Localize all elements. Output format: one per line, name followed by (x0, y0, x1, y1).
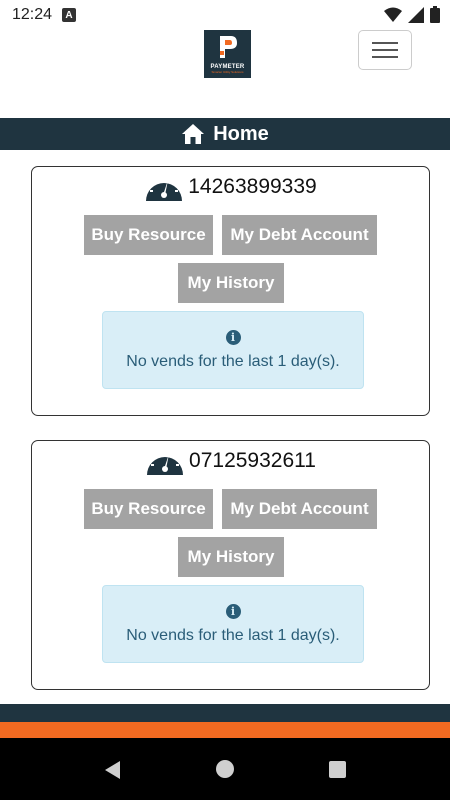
battery-icon (430, 6, 440, 23)
meter-number: 14263899339 (188, 175, 317, 198)
hamburger-icon-line (372, 49, 398, 51)
page-title: Home (213, 122, 269, 145)
alert-text: No vends for the last 1 day(s). (126, 352, 340, 370)
debt-account-button[interactable]: My Debt Account (222, 215, 377, 255)
debt-account-button[interactable]: My Debt Account (222, 489, 377, 529)
history-button[interactable]: My History (178, 263, 284, 303)
status-icons (384, 6, 440, 23)
info-alert: i No vends for the last 1 day(s). (102, 585, 364, 663)
hamburger-icon (372, 42, 398, 44)
home-icon (182, 124, 205, 144)
paymeter-logo[interactable]: PAYMETER Smarter Utility Solutions (204, 30, 251, 78)
status-bar: 12:24 A (0, 0, 450, 30)
meter-card: 07125932611 Buy Resource My Debt Account… (31, 440, 430, 690)
alert-text: No vends for the last 1 day(s). (126, 626, 340, 644)
footer-bar (0, 704, 450, 722)
hamburger-icon-line (372, 56, 398, 58)
logo-mark-icon (220, 36, 237, 58)
meter-header: 14263899339 (32, 171, 429, 203)
info-icon: i (225, 329, 241, 345)
history-button[interactable]: My History (178, 537, 284, 577)
nav-bar: Home (0, 118, 450, 150)
menu-toggle-button[interactable] (358, 30, 412, 70)
logo-subtext: Smarter Utility Solutions (211, 70, 244, 74)
wifi-icon (384, 7, 402, 22)
back-icon[interactable] (104, 760, 122, 780)
notification-badge-icon: A (62, 8, 77, 22)
buy-resource-button[interactable]: Buy Resource (84, 215, 213, 255)
meter-header: 07125932611 (32, 445, 429, 477)
signal-icon (408, 6, 424, 23)
speedometer-icon (146, 176, 183, 201)
home-nav-icon[interactable] (216, 760, 234, 778)
buy-resource-button[interactable]: Buy Resource (84, 489, 213, 529)
footer-accent-bar (0, 722, 450, 738)
meter-number: 07125932611 (189, 449, 316, 472)
speedometer-icon (147, 450, 184, 475)
meter-card: 14263899339 Buy Resource My Debt Account… (31, 166, 430, 416)
system-navigation-bar (0, 738, 450, 800)
status-time: 12:24 (12, 6, 53, 23)
info-alert: i No vends for the last 1 day(s). (102, 311, 364, 389)
app-header: PAYMETER Smarter Utility Solutions (0, 30, 450, 118)
recents-icon[interactable] (329, 761, 346, 778)
info-icon: i (225, 603, 241, 619)
